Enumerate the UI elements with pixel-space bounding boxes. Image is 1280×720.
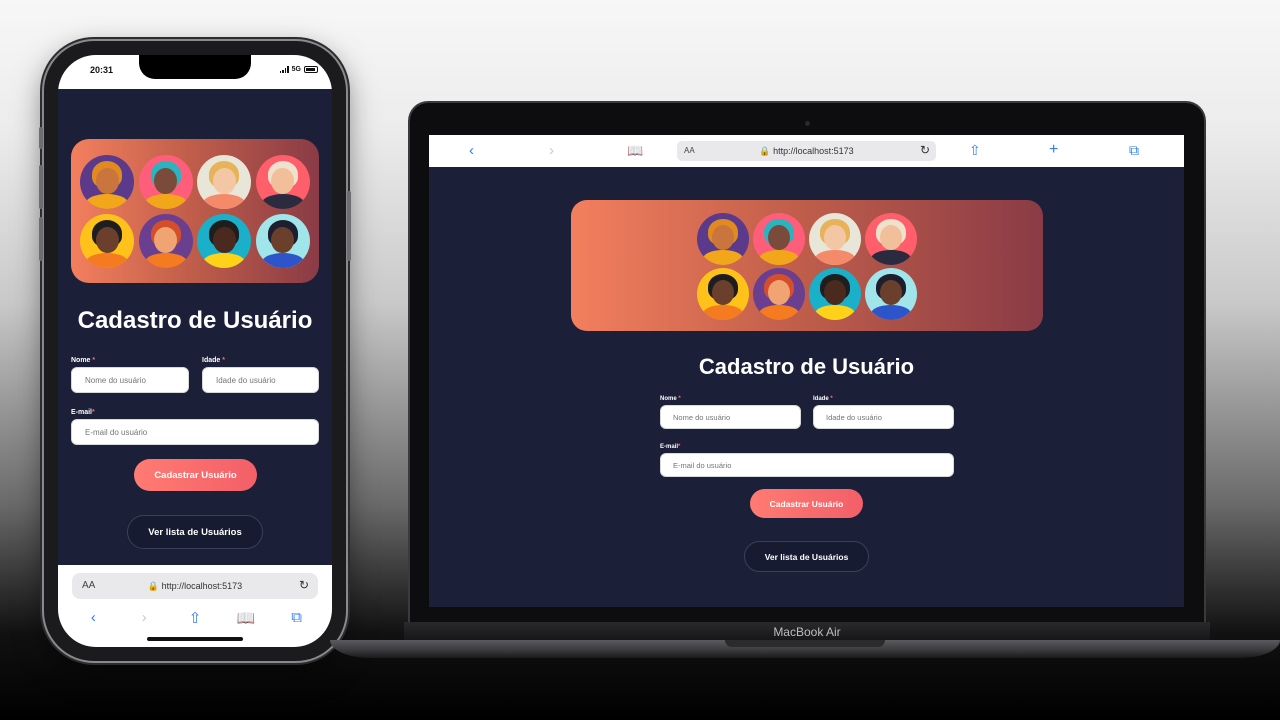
- browser-toolbar: ‹ › ⇧ 📖 ⧉: [58, 609, 332, 627]
- laptop-screen: ‹ › 📖 AA 🔒 http://localhost:5173 ↻ ⇧ + ⧉…: [429, 135, 1184, 607]
- name-label: Nome *: [660, 396, 681, 402]
- laptop-app-viewport: Cadastro de Usuário Nome * Idade * E-mai…: [429, 167, 1184, 607]
- avatars-banner: [71, 139, 319, 283]
- camera: [805, 121, 810, 126]
- forward-icon[interactable]: ›: [132, 609, 156, 627]
- user-avatar: [809, 268, 861, 320]
- user-avatar: [197, 155, 252, 209]
- user-avatar: [138, 214, 193, 268]
- status-time: 20:31: [90, 65, 114, 75]
- lid-opening-notch: [725, 640, 885, 647]
- tabs-icon[interactable]: ⧉: [285, 609, 309, 627]
- name-input[interactable]: [660, 405, 801, 429]
- name-label: Nome *: [71, 357, 96, 364]
- user-avatar: [197, 214, 252, 268]
- submit-button[interactable]: Cadastrar Usuário: [134, 459, 257, 491]
- back-icon[interactable]: ‹: [469, 142, 474, 159]
- user-avatar: [753, 268, 805, 320]
- avatars-banner: [571, 200, 1043, 331]
- share-icon[interactable]: ⇧: [183, 609, 207, 627]
- user-avatar: [865, 213, 917, 265]
- battery-icon: [304, 66, 318, 73]
- email-input[interactable]: [71, 419, 319, 445]
- reload-icon[interactable]: ↻: [920, 143, 930, 157]
- phone-power-button: [347, 191, 351, 261]
- user-avatar: [753, 213, 805, 265]
- signal-icon: [279, 66, 289, 73]
- macbook-lid: ‹ › 📖 AA 🔒 http://localhost:5173 ↻ ⇧ + ⧉…: [410, 103, 1204, 625]
- email-label: E-mail*: [660, 444, 681, 450]
- user-avatar: [80, 155, 135, 209]
- user-avatar: [865, 268, 917, 320]
- avatar-grid: [78, 155, 312, 269]
- home-indicator[interactable]: [147, 637, 243, 641]
- user-avatar: [697, 213, 749, 265]
- phone-volume-up: [39, 165, 43, 209]
- status-indicators: 5G: [279, 66, 318, 73]
- phone-screen: 20:31 5G Cadastro de Usuário Nome * Idad…: [58, 55, 332, 647]
- phone-app-viewport: Cadastro de Usuário Nome * Idade * E-mai…: [58, 89, 332, 565]
- user-avatar: [255, 155, 310, 209]
- laptop-model-label: MacBook Air: [773, 625, 841, 639]
- age-label: Idade *: [813, 396, 833, 402]
- view-users-button[interactable]: Ver lista de Usuários: [127, 515, 263, 549]
- phone-browser-bar: AA 🔒 http://localhost:5173 ↻ ‹ › ⇧ 📖 ⧉: [58, 565, 332, 647]
- user-avatar: [809, 213, 861, 265]
- lock-icon: 🔒: [759, 146, 771, 156]
- iphone-device: 20:31 5G Cadastro de Usuário Nome * Idad…: [39, 41, 351, 661]
- bookmarks-icon[interactable]: 📖: [234, 609, 258, 627]
- age-label: Idade *: [202, 357, 225, 364]
- address-bar[interactable]: AA 🔒 http://localhost:5173 ↻: [72, 573, 318, 599]
- submit-button[interactable]: Cadastrar Usuário: [750, 489, 863, 518]
- phone-mute-switch: [39, 127, 43, 149]
- name-input[interactable]: [71, 367, 189, 393]
- email-label: E-mail*: [71, 409, 95, 416]
- user-avatar: [80, 214, 135, 268]
- email-input[interactable]: [660, 453, 954, 477]
- network-type: 5G: [291, 66, 301, 73]
- new-tab-icon[interactable]: +: [1049, 141, 1058, 159]
- tabs-icon[interactable]: ⧉: [1129, 142, 1139, 159]
- lock-icon: 🔒: [147, 581, 160, 591]
- phone-volume-down: [39, 217, 43, 261]
- url-text: 🔒 http://localhost:5173: [147, 581, 243, 591]
- age-input[interactable]: [202, 367, 319, 393]
- browser-toolbar: ‹ › 📖 AA 🔒 http://localhost:5173 ↻ ⇧ + ⧉: [429, 135, 1184, 167]
- macbook-hinge: MacBook Air: [404, 622, 1210, 642]
- user-avatar: [138, 155, 193, 209]
- page-title: Cadastro de Usuário: [698, 354, 915, 379]
- phone-notch: [139, 55, 251, 79]
- url-text: 🔒 http://localhost:5173: [759, 146, 854, 156]
- share-icon[interactable]: ⇧: [969, 142, 981, 159]
- reload-icon[interactable]: ↻: [299, 578, 309, 592]
- address-bar[interactable]: AA 🔒 http://localhost:5173 ↻: [677, 141, 936, 161]
- age-input[interactable]: [813, 405, 954, 429]
- forward-icon[interactable]: ›: [549, 142, 554, 159]
- macbook-base: [330, 640, 1280, 658]
- avatar-grid: [695, 213, 919, 321]
- page-title: Cadastro de Usuário: [77, 307, 313, 334]
- back-icon[interactable]: ‹: [81, 609, 105, 627]
- bookmarks-icon[interactable]: 📖: [627, 143, 643, 159]
- user-avatar: [255, 214, 310, 268]
- user-avatar: [697, 268, 749, 320]
- view-users-button[interactable]: Ver lista de Usuários: [744, 541, 869, 572]
